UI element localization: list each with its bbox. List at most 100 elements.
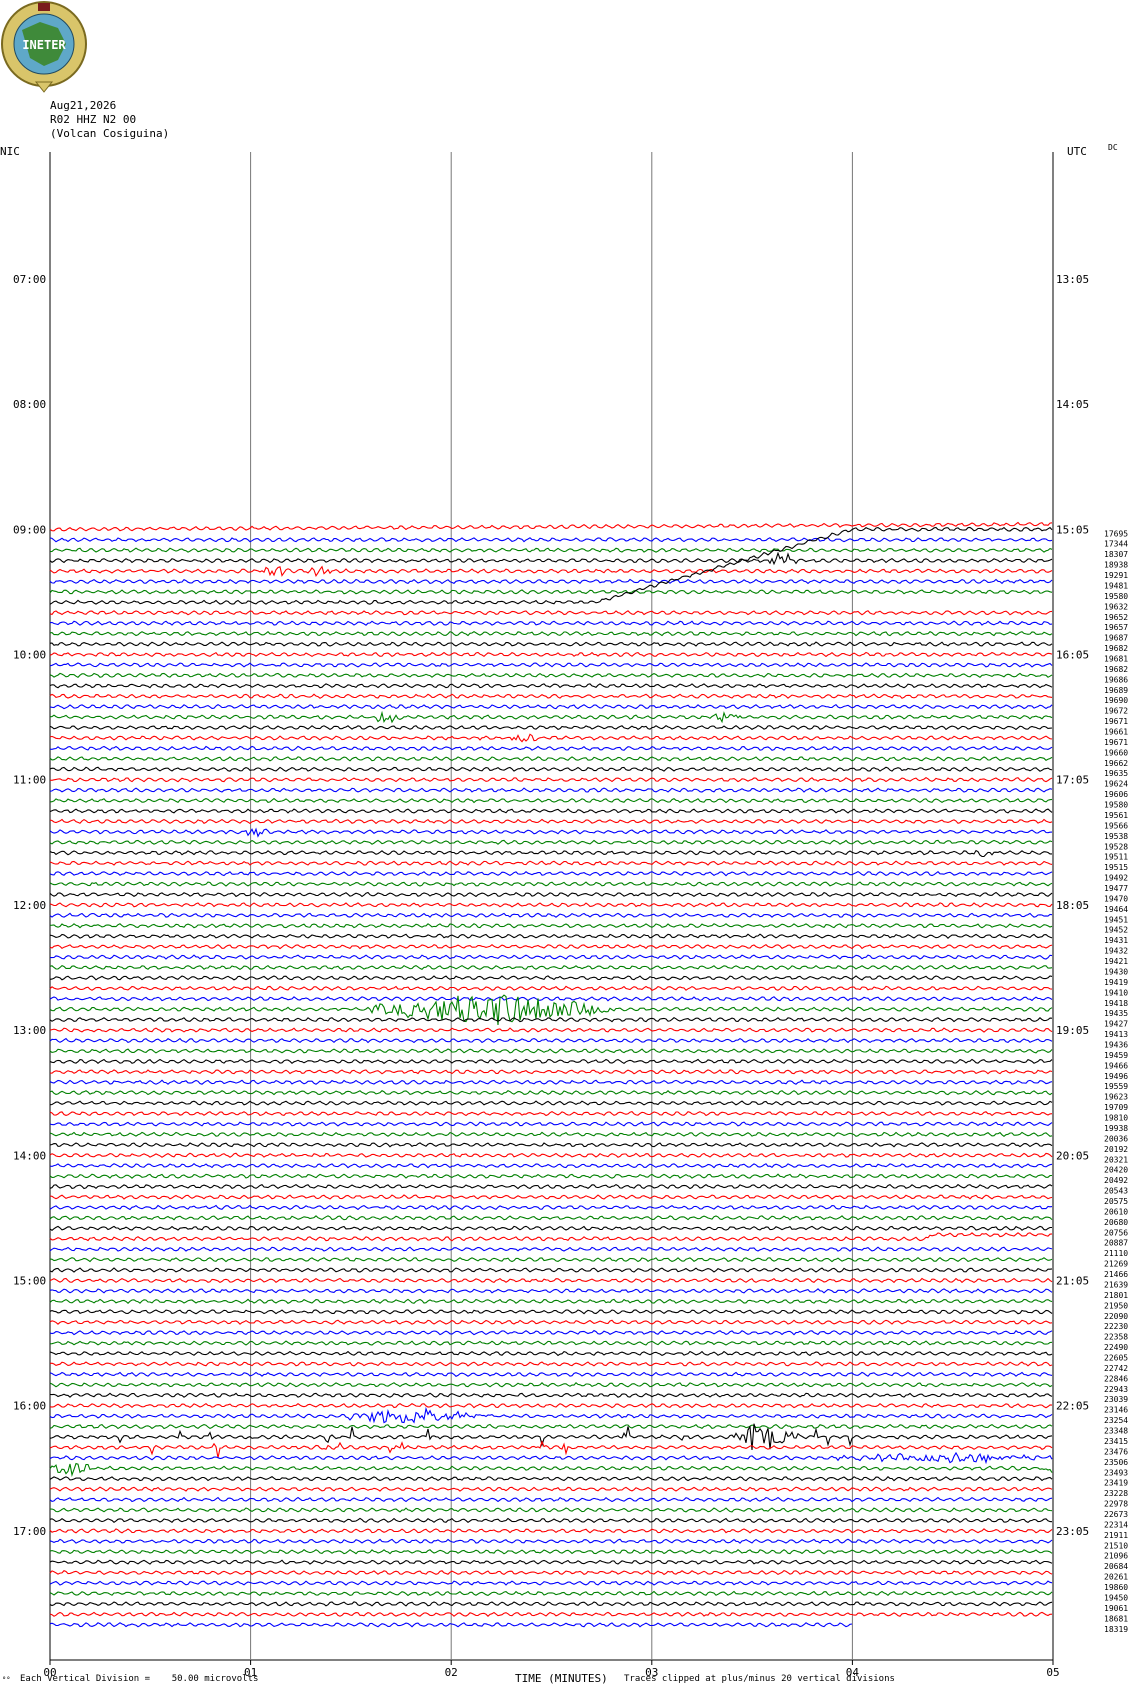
trace-count-labels: 1769517344183071893819291194811958019632…: [1104, 529, 1128, 1633]
trace-count-label: 21801: [1104, 1291, 1128, 1300]
seismic-trace: [49, 756, 1053, 762]
seismic-trace: [49, 860, 1053, 866]
nic-time-label: 07:00: [13, 273, 46, 286]
seismic-trace: [49, 839, 1053, 845]
seismic-trace: [49, 1121, 1053, 1127]
utc-time-label: 21:05: [1056, 1274, 1089, 1287]
utc-time-label: 15:05: [1056, 523, 1089, 536]
trace-count-label: 19671: [1104, 717, 1128, 726]
seismic-trace: [49, 710, 1053, 724]
seismic-trace: [49, 641, 1053, 647]
seismic-trace: [49, 521, 1053, 532]
seismic-trace: [49, 1423, 1053, 1451]
seismic-trace: [49, 1559, 1053, 1565]
seismic-trace: [49, 1298, 1053, 1304]
seismic-trace: [49, 1406, 1053, 1424]
trace-count-label: 19686: [1104, 675, 1128, 684]
seismic-trace: [49, 1162, 1053, 1169]
trace-count-label: 19632: [1104, 602, 1128, 611]
seismic-trace: [49, 620, 1053, 626]
trace-count-label: 19606: [1104, 790, 1128, 799]
trace-count-label: 20321: [1104, 1155, 1128, 1164]
seismic-trace: [49, 704, 1053, 710]
seismic-trace: [49, 1194, 1053, 1200]
trace-count-label: 19452: [1104, 926, 1128, 935]
seismic-trace: [49, 1048, 1053, 1054]
seismic-trace: [49, 797, 1053, 804]
trace-count-label: 20261: [1104, 1573, 1128, 1582]
seismic-trace: [49, 1100, 1053, 1106]
trace-count-label: 22090: [1104, 1312, 1128, 1321]
trace-count-label: 18307: [1104, 550, 1128, 559]
nic-time-labels: 07:00 08:00 09:00 10:00 11:00 12:00 13:00 14:00…: [13, 273, 46, 1538]
seismic-trace: [49, 1152, 1053, 1158]
logo-text: INETER: [22, 38, 66, 52]
seismic-trace: [49, 849, 1052, 858]
seismic-trace: [49, 1183, 1053, 1190]
trace-count-label: 22314: [1104, 1520, 1128, 1529]
header-location: (Volcan Cosiguina): [50, 127, 170, 140]
utc-time-label: 20:05: [1056, 1149, 1089, 1162]
trace-count-label: 22673: [1104, 1510, 1128, 1519]
seismic-trace: [49, 985, 1053, 991]
seismic-trace: [49, 1496, 1053, 1503]
seismic-trace: [49, 1329, 1053, 1336]
trace-count-label: 22230: [1104, 1322, 1128, 1331]
seismic-trace: [49, 964, 1053, 971]
footer-scale-note: Each Vertical Division = 50.00 microvolt…: [20, 1674, 259, 1684]
seismic-trace: [49, 1580, 1053, 1586]
trace-count-label: 23348: [1104, 1427, 1128, 1436]
trace-count-label: 19481: [1104, 581, 1128, 590]
seismic-trace: [49, 1548, 1053, 1555]
trace-count-label: 21466: [1104, 1270, 1128, 1279]
trace-count-label: 19431: [1104, 936, 1128, 945]
seismic-trace: [49, 1517, 1053, 1524]
trace-count-label: 19566: [1104, 821, 1128, 830]
trace-count-label: 19451: [1104, 915, 1128, 924]
seismic-trace: [49, 808, 1053, 814]
seismic-trace: [49, 975, 1053, 981]
trace-count-label: 23415: [1104, 1437, 1128, 1446]
trace-count-label: 21269: [1104, 1260, 1128, 1269]
trace-count-label: 19450: [1104, 1593, 1128, 1602]
trace-count-label: 19410: [1104, 988, 1128, 997]
trace-count-label: 19623: [1104, 1093, 1128, 1102]
utc-time-label: 17:05: [1056, 774, 1089, 787]
trace-count-label: 22605: [1104, 1353, 1128, 1362]
trace-count-label: 19580: [1104, 592, 1128, 601]
seismic-trace: [49, 651, 1053, 658]
trace-count-label: 20192: [1104, 1145, 1128, 1154]
seismic-trace: [49, 551, 1053, 566]
trace-count-label: 21110: [1104, 1249, 1128, 1258]
seismic-trace: [49, 1090, 1053, 1096]
seismic-trace: [49, 1225, 1052, 1231]
seismic-trace: [49, 1017, 1053, 1023]
trace-count-label: 20680: [1104, 1218, 1128, 1227]
seismic-trace: [49, 1069, 1053, 1075]
seismic-trace: [49, 1462, 1053, 1477]
trace-count-label: 21639: [1104, 1280, 1128, 1289]
seismic-trace: [49, 565, 1053, 578]
trace-count-label: 19682: [1104, 665, 1128, 674]
seismic-trace: [49, 827, 1053, 838]
seismic-trace: [49, 693, 1053, 699]
nic-time-label: 12:00: [13, 899, 46, 912]
seismic-trace: [49, 1232, 1053, 1242]
trace-count-label: 19061: [1104, 1604, 1128, 1613]
utc-time-label: 22:05: [1056, 1400, 1089, 1413]
seismic-trace: [49, 1569, 1053, 1576]
seismic-trace: [49, 745, 1053, 751]
trace-count-label: 17344: [1104, 540, 1128, 549]
seismic-trace: [49, 1361, 1053, 1367]
seismic-trace: [49, 1288, 1053, 1294]
seismic-trace: [49, 1402, 1053, 1409]
seismic-trace: [49, 1173, 1053, 1179]
seismic-trace: [49, 1142, 1053, 1148]
seismic-trace: [49, 1215, 1053, 1221]
trace-count-label: 23493: [1104, 1468, 1128, 1477]
trace-count-label: 19662: [1104, 759, 1128, 768]
x-axis-title: TIME (MINUTES): [515, 1672, 608, 1685]
seismic-trace: [49, 1590, 1053, 1597]
trace-count-label: 19511: [1104, 853, 1128, 862]
trace-count-label: 23254: [1104, 1416, 1128, 1425]
